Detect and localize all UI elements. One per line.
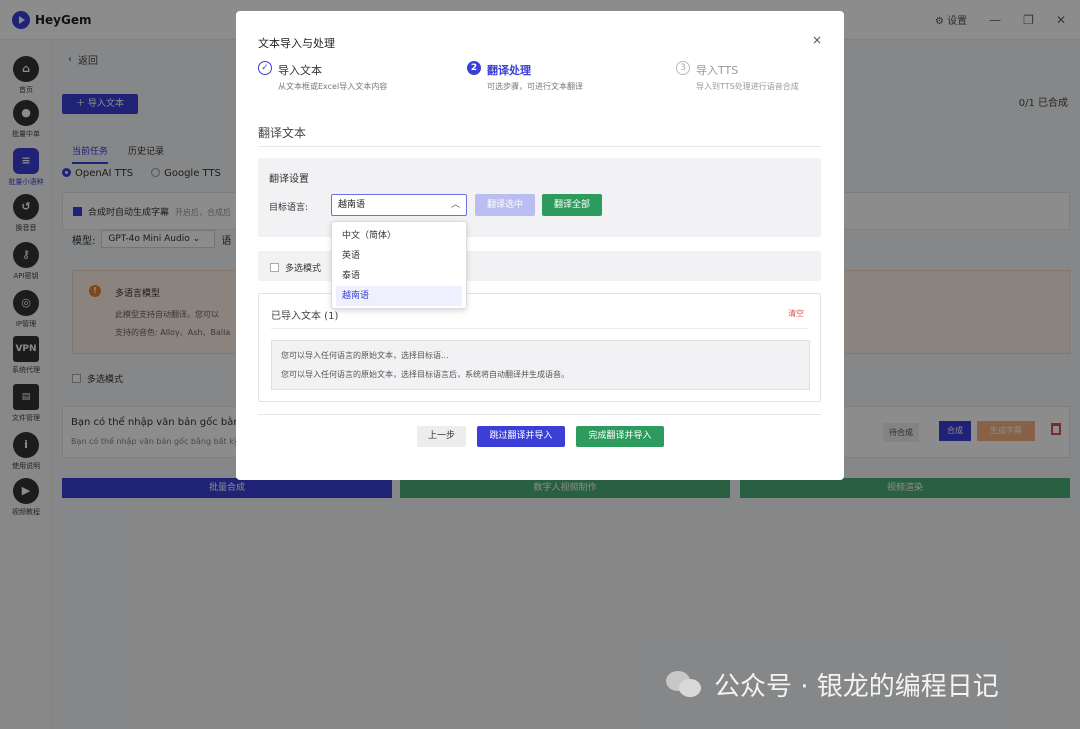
step-desc: 导入到TTS处理进行语音合成 [696, 82, 799, 91]
step-desc: 从文本框或Excel导入文本内容 [278, 82, 388, 91]
divider [258, 414, 821, 415]
step-name: 导入文本 [278, 64, 322, 77]
dialog-title: 文本导入与处理 [258, 37, 335, 50]
target-language-value: 越南语 [338, 200, 366, 210]
imported-title: 已导入文本 (1) [271, 311, 339, 322]
step-number: 2 [467, 61, 481, 75]
watermark-text: 公众号 · 银龙的编程日记 [714, 672, 999, 702]
dropdown-option-vietnamese[interactable]: 越南语 [336, 286, 462, 306]
text-import-dialog: 文本导入与处理 × ✓ 导入文本 从文本框或Excel导入文本内容 2 翻译处理… [236, 11, 844, 480]
check-icon: ✓ [258, 61, 272, 75]
step-name: 翻译处理 [487, 64, 531, 77]
watermark: 公众号 · 银龙的编程日记 [666, 666, 999, 703]
step-number: 3 [676, 61, 690, 75]
translate-all-button[interactable]: 翻译全部 [542, 194, 602, 216]
wechat-icon [666, 669, 704, 701]
finish-translate-button[interactable]: 完成翻译并导入 [576, 426, 664, 447]
close-icon[interactable]: × [812, 33, 822, 47]
multi-select-checkbox[interactable] [270, 263, 279, 272]
step-desc: 可选步骤，可进行文本翻译 [487, 82, 583, 91]
imported-text-line: 您可以导入任何语言的原始文本，选择目标语言后，系统将自动翻译并生成语音。 [281, 370, 569, 379]
imported-text-item[interactable]: 您可以导入任何语言的原始文本，选择目标语... 您可以导入任何语言的原始文本，选… [271, 340, 810, 390]
translate-selected-button[interactable]: 翻译选中 [475, 194, 535, 216]
dropdown-option-english[interactable]: 英语 [332, 246, 466, 266]
divider [271, 328, 808, 329]
chevron-up-icon: ︿ [450, 200, 460, 210]
imported-text-panel: 已导入文本 (1) 清空 您可以导入任何语言的原始文本，选择目标语... 您可以… [258, 293, 821, 402]
step-name: 导入TTS [696, 64, 739, 77]
dropdown-option-chinese[interactable]: 中文（简体） [332, 226, 466, 246]
language-dropdown-menu: 中文（简体） 英语 泰语 越南语 [331, 221, 467, 309]
target-language-label: 目标语言: [269, 203, 309, 213]
settings-heading: 翻译设置 [269, 174, 309, 185]
dropdown-option-thai[interactable]: 泰语 [332, 266, 466, 286]
target-language-select[interactable]: 越南语 ︿ [331, 194, 467, 216]
section-title: 翻译文本 [258, 126, 307, 140]
divider [258, 146, 821, 147]
multi-select-label: 多选模式 [285, 264, 322, 274]
imported-text-line: 您可以导入任何语言的原始文本，选择目标语... [281, 351, 449, 360]
clear-button[interactable]: 清空 [788, 308, 804, 319]
skip-translate-button[interactable]: 跳过翻译并导入 [477, 426, 565, 447]
previous-step-button[interactable]: 上一步 [417, 426, 466, 447]
